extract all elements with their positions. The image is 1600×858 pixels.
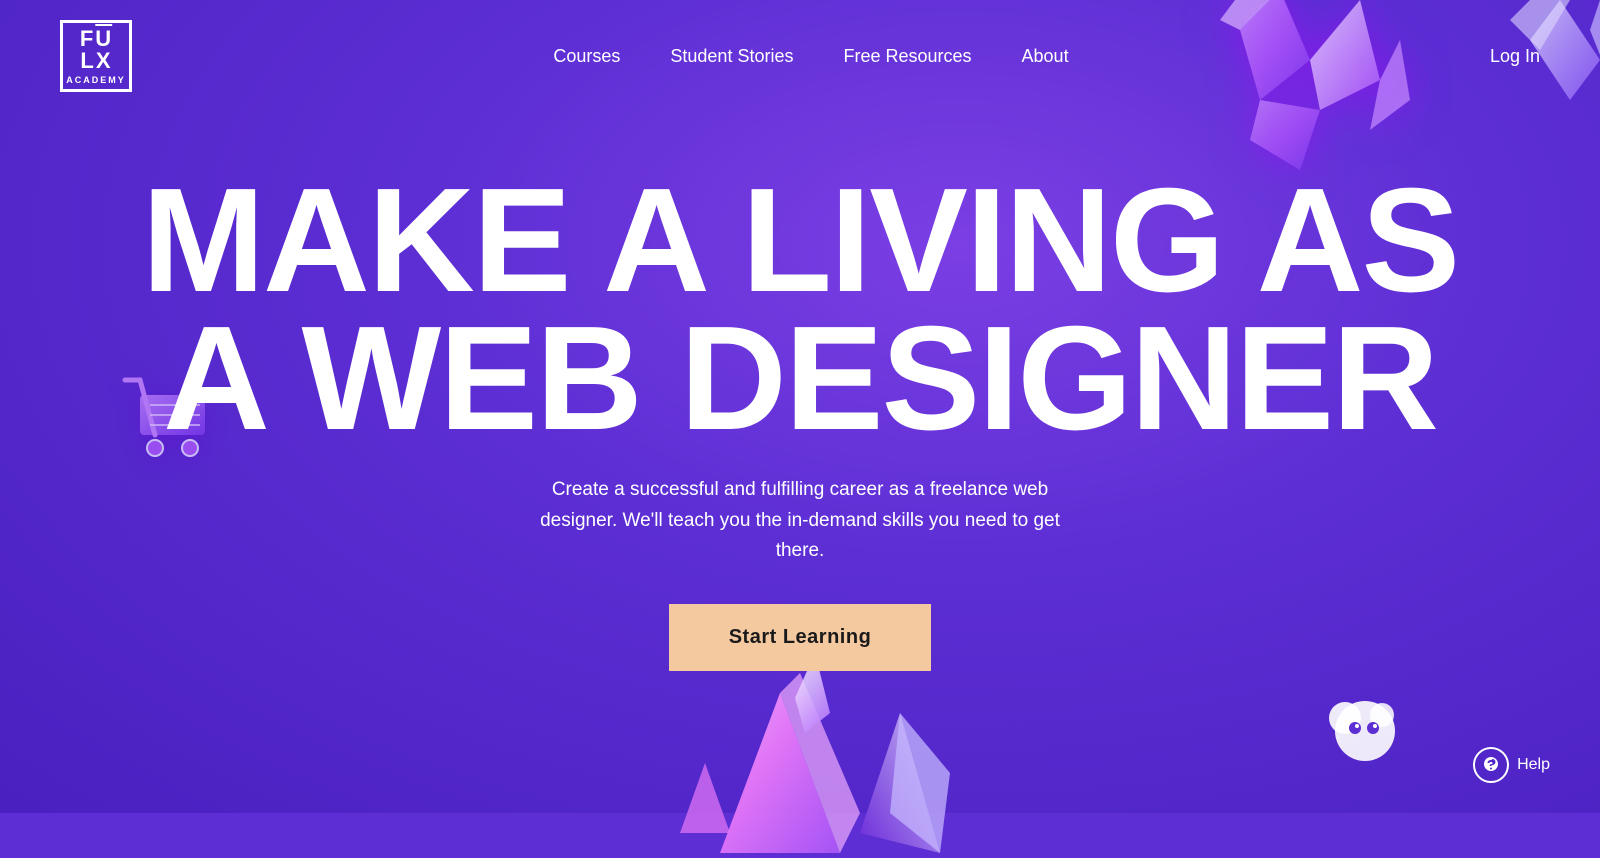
navbar: FU LX ACADEMY Courses Student Stories Fr… xyxy=(0,0,1600,112)
hero-section: MAKE A LIVING AS A WEB DESIGNER Create a… xyxy=(0,112,1600,671)
logo-academy-text: ACADEMY xyxy=(66,75,126,85)
start-learning-button[interactable]: Start Learning xyxy=(669,604,932,671)
headline-line2: A WEB DESIGNER xyxy=(163,296,1437,461)
help-icon xyxy=(1473,747,1509,783)
logo[interactable]: FU LX ACADEMY xyxy=(60,20,132,92)
nav-links: Courses Student Stories Free Resources A… xyxy=(553,46,1068,67)
login-link[interactable]: Log In xyxy=(1490,46,1540,67)
help-button[interactable]: Help xyxy=(1473,747,1550,783)
help-label: Help xyxy=(1517,756,1550,774)
nav-about[interactable]: About xyxy=(1022,46,1069,67)
hero-subtext: Create a successful and fulfilling caree… xyxy=(530,475,1070,566)
hero-headline: MAKE A LIVING AS A WEB DESIGNER xyxy=(102,172,1498,447)
nav-courses[interactable]: Courses xyxy=(553,46,620,67)
nav-student-stories[interactable]: Student Stories xyxy=(670,46,793,67)
nav-free-resources[interactable]: Free Resources xyxy=(843,46,971,67)
logo-text: FU LX xyxy=(80,28,112,72)
